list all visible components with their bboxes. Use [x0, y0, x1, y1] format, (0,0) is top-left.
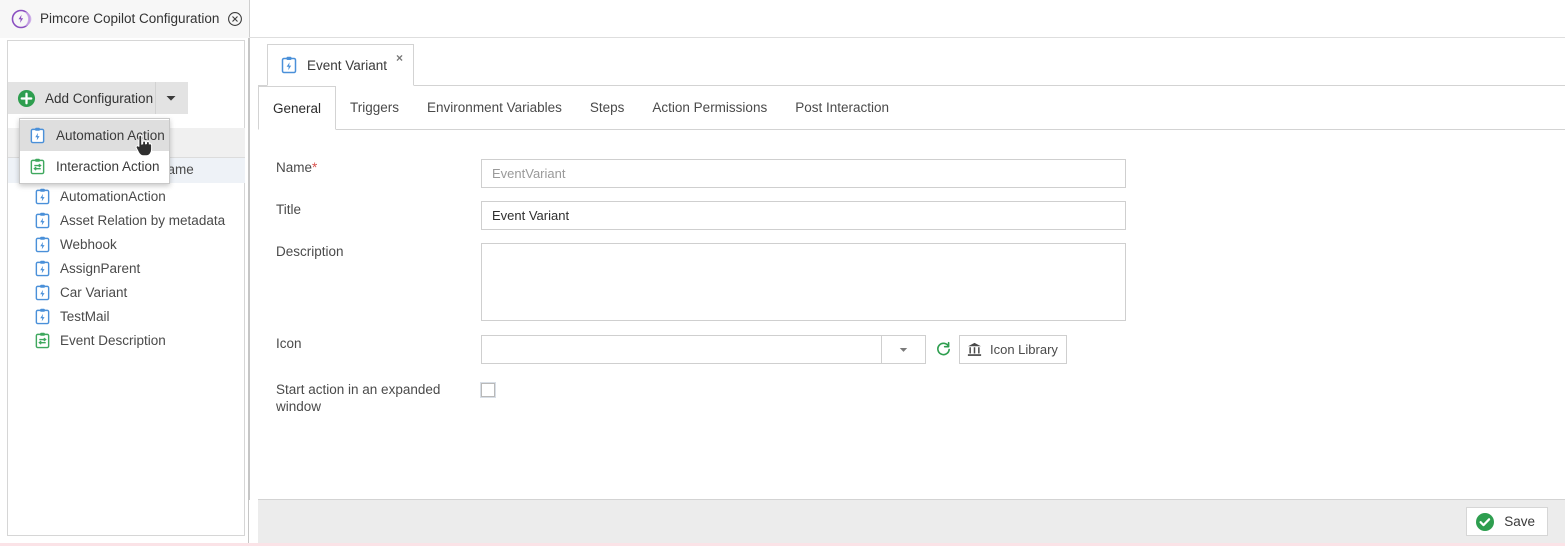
field-label-expanded-window: Start action in an expanded window [276, 382, 441, 414]
menu-item-label: Automation Action [56, 128, 165, 143]
tree-item-assignparent[interactable]: AssignParent [8, 256, 245, 280]
panel-splitter[interactable] [249, 38, 258, 500]
tree-item-car-variant[interactable]: Car Variant [8, 280, 245, 304]
close-circle-icon[interactable] [227, 11, 243, 27]
check-circle-icon [1476, 512, 1495, 531]
bottom-toolbar: Save [258, 500, 1565, 543]
field-label-title: Title [276, 202, 302, 217]
icon-dropdown-trigger[interactable] [881, 335, 926, 364]
tree-item-label: Asset Relation by metadata [60, 212, 226, 228]
pimcore-logo-icon [11, 9, 32, 28]
clipboard-bolt-icon [30, 127, 45, 144]
tree-item-label: AssignParent [60, 260, 141, 276]
clipboard-exchange-icon [30, 158, 45, 175]
chevron-down-icon[interactable] [164, 91, 178, 105]
tree-item-event-description[interactable]: Event Description [8, 328, 245, 352]
menu-item-label: Interaction Action [56, 159, 160, 174]
plus-circle-icon [17, 89, 36, 107]
clipboard-bolt-icon [35, 308, 50, 324]
icon-library-button[interactable]: Icon Library [959, 335, 1067, 364]
field-expanded-window: Start action in an expanded window [276, 381, 496, 415]
tree-item-label: Webhook [60, 236, 117, 252]
icon-refresh-button[interactable] [929, 335, 958, 364]
required-marker: * [312, 160, 318, 175]
bank-icon [967, 342, 982, 356]
chevron-down-icon [899, 348, 908, 352]
tab-label: Triggers [350, 100, 400, 115]
general-form: Name* Title Description Icon [258, 131, 1565, 500]
tree-item-testmail[interactable]: TestMail [8, 304, 245, 328]
name-input[interactable] [481, 159, 1126, 188]
add-configuration-menu: Automation Action Interaction Action [19, 118, 170, 184]
expanded-window-checkbox[interactable] [480, 382, 496, 398]
clipboard-bolt-icon [35, 212, 50, 228]
field-title: Title [276, 201, 1126, 230]
field-icon: Icon Icon Library [276, 335, 1067, 364]
field-label-name: Name* [276, 159, 481, 188]
button-divider [155, 82, 156, 114]
document-tabstrip: Event Variant × [258, 44, 1565, 86]
tab-post-interaction[interactable]: Post Interaction [781, 86, 903, 129]
tree-item-webhook[interactable]: Webhook [8, 232, 245, 256]
document-tab-event-variant[interactable]: Event Variant × [267, 44, 415, 86]
close-icon[interactable]: × [396, 52, 403, 64]
tree-item-label: AutomationAction [60, 188, 166, 204]
tab-general[interactable]: General [258, 86, 337, 130]
clipboard-bolt-icon [35, 284, 50, 300]
refresh-icon [937, 341, 950, 356]
tab-steps[interactable]: Steps [576, 86, 639, 129]
app-tabstrip: Pimcore Copilot Configuration [0, 0, 1565, 38]
field-label-description: Description [276, 244, 344, 259]
label-text: Name [276, 160, 313, 175]
tab-action-permissions[interactable]: Action Permissions [638, 86, 781, 129]
menu-item-interaction-action[interactable]: Interaction Action [20, 151, 169, 182]
tree-item-label: TestMail [60, 308, 110, 324]
tab-label: Steps [589, 100, 625, 115]
save-button[interactable]: Save [1466, 507, 1548, 536]
clipboard-bolt-icon [35, 188, 50, 204]
field-label-icon: Icon [276, 336, 302, 351]
add-configuration-label: Add Configuration [45, 90, 154, 106]
field-description: Description [276, 243, 1126, 321]
configuration-tree: AutomationAction Asset Relation by metad… [8, 184, 245, 352]
tree-item-automationaction[interactable]: AutomationAction [8, 184, 245, 208]
clipboard-bolt-icon [35, 236, 50, 252]
tab-label: Action Permissions [652, 100, 768, 115]
clipboard-bolt-icon [281, 56, 297, 74]
left-panel: name AutomationAction Asset Relation by … [0, 38, 249, 546]
description-textarea[interactable] [481, 243, 1126, 321]
icon-picker: Icon Library [481, 335, 1067, 364]
clipboard-bolt-icon [35, 260, 50, 276]
add-configuration-button[interactable]: Add Configuration [8, 82, 188, 114]
tab-label: Environment Variables [427, 100, 562, 115]
tree-item-asset-relation-by-metadata[interactable]: Asset Relation by metadata [8, 208, 245, 232]
app-tab-title: Pimcore Copilot Configuration [40, 11, 220, 26]
tab-label: General [273, 100, 322, 116]
tree-item-label: Car Variant [60, 284, 128, 300]
clipboard-exchange-icon [35, 332, 50, 348]
tab-label: Post Interaction [795, 100, 890, 115]
title-input[interactable] [481, 201, 1126, 230]
tab-triggers[interactable]: Triggers [336, 86, 413, 129]
document-tab-title: Event Variant [307, 57, 388, 73]
tab-environment-variables[interactable]: Environment Variables [413, 86, 576, 129]
icon-library-label: Icon Library [990, 342, 1058, 357]
field-name: Name* [276, 159, 1126, 188]
app-tab-pimcore-copilot-configuration[interactable]: Pimcore Copilot Configuration [0, 0, 250, 38]
sub-tabstrip: General Triggers Environment Variables S… [258, 86, 1565, 130]
icon-input[interactable] [481, 335, 881, 364]
save-button-label: Save [1504, 514, 1535, 529]
tree-item-label: Event Description [60, 332, 166, 348]
menu-item-automation-action[interactable]: Automation Action [20, 120, 169, 151]
